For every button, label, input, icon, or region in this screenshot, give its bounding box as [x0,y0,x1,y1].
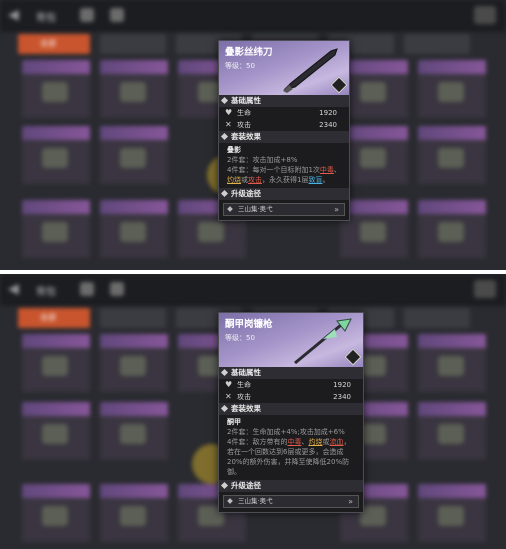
section-upgrade: 升级途径 [219,480,363,492]
stat-row-hp: ♥ 生命 1920 [225,380,351,389]
set-effect-body: 酮甲 2件套：生命加成+4%;攻击加成+6% 4件套：敌方带有的中毒、灼烧或流血… [219,415,363,480]
set-bonus-2: 2件套：攻击加成+8% [227,156,298,164]
item-tooltip: 酮甲岗镰枪 等级：50 基础属性 ♥ 生命 1920 ✕ 攻击 2340 套装效… [218,312,364,513]
item-slot[interactable] [22,60,90,118]
item-slot[interactable] [22,484,90,542]
tooltip-header: 酮甲岗镰枪 等级：50 [219,313,363,367]
screenshot-top: ◀ 背包 全部 叠影丝纬刀 等级：50 基础属性 ♥ 生命 1920 ✕ 攻击 … [0,0,506,270]
tooltip-header: 叠影丝纬刀 等级：50 [219,41,349,95]
item-slot[interactable] [100,484,168,542]
item-slot[interactable] [340,60,408,118]
heart-icon: ♥ [225,108,233,117]
tab-category[interactable] [404,308,470,328]
screenshot-bottom: ◀ 背包 全部 酮甲岗镰枪 等级：50 基础属性 ♥ 生命 1920 ✕ 攻击 … [0,274,506,549]
item-slot[interactable] [418,484,486,542]
item-slot[interactable] [418,60,486,118]
item-level: 等级：50 [225,334,255,342]
section-set-effect: 套装效果 [219,403,363,415]
set-bonus-4: 4件套：敌方带有的中毒、灼烧或流血，若在一个回数达到6层或更多，会造成20%的额… [227,438,351,476]
item-slot[interactable] [22,126,90,184]
close-icon[interactable] [474,6,496,24]
arrow-right-icon: » [334,205,339,214]
item-slot[interactable] [22,334,90,392]
item-slot[interactable] [22,200,90,258]
item-name: 酮甲岗镰枪 [225,319,273,330]
stat-row-attack: ✕ 攻击 2340 [225,120,337,129]
top-bar [0,0,506,32]
heart-icon: ♥ [225,380,233,389]
set-bonus-2: 2件套：生命加成+4%;攻击加成+6% [227,428,345,436]
item-slot[interactable] [100,402,168,460]
item-slot[interactable] [340,200,408,258]
spear-icon [294,318,352,365]
top-bar [0,274,506,306]
stat-row-hp: ♥ 生命 1920 [225,108,337,117]
set-name: 叠影 [227,146,241,154]
set-name: 酮甲 [227,418,241,426]
set-effect-body: 叠影 2件套：攻击加成+8% 4件套：每对一个目标附加1次中毒、灼烧或攻击，永久… [219,143,349,188]
tab-category[interactable] [404,34,470,54]
item-slot[interactable] [418,200,486,258]
item-slot[interactable] [418,126,486,184]
tab-category[interactable] [100,308,166,328]
item-slot[interactable] [100,200,168,258]
crossed-swords-icon: ✕ [225,392,232,401]
section-set-effect: 套装效果 [219,131,349,143]
inventory-title: 背包 [36,13,56,24]
arrow-right-icon: » [348,497,353,506]
section-upgrade: 升级途径 [219,188,349,200]
menu-icon[interactable] [110,8,124,22]
item-slot[interactable] [418,334,486,392]
close-icon[interactable] [474,280,496,298]
item-slot[interactable] [100,126,168,184]
tab-category[interactable] [100,34,166,54]
inventory-title: 背包 [36,287,56,298]
home-icon[interactable] [80,282,94,296]
item-level: 等级：50 [225,62,255,70]
item-slot[interactable] [100,60,168,118]
section-base-stats: 基础属性 [219,367,363,379]
upgrade-path-link[interactable]: 三山集·奥弋 » [223,203,345,216]
back-icon[interactable]: ◀ [8,281,26,297]
menu-icon[interactable] [110,282,124,296]
item-tooltip: 叠影丝纬刀 等级：50 基础属性 ♥ 生命 1920 ✕ 攻击 2340 套装效… [218,40,350,221]
back-icon[interactable]: ◀ [8,7,26,23]
section-base-stats: 基础属性 [219,95,349,107]
item-slot[interactable] [100,334,168,392]
stat-row-attack: ✕ 攻击 2340 [225,392,351,401]
tab-all[interactable]: 全部 [18,308,90,328]
item-slot[interactable] [340,126,408,184]
set-bonus-4: 4件套：每对一个目标附加1次中毒、灼烧或攻击，永久获得1层致盲。 [227,166,341,184]
item-name: 叠影丝纬刀 [225,47,273,58]
upgrade-path-link[interactable]: 三山集·奥弋 » [223,495,359,508]
home-icon[interactable] [80,8,94,22]
item-slot[interactable] [22,402,90,460]
tab-all[interactable]: 全部 [18,34,90,54]
item-slot[interactable] [418,402,486,460]
crossed-swords-icon: ✕ [225,120,232,129]
